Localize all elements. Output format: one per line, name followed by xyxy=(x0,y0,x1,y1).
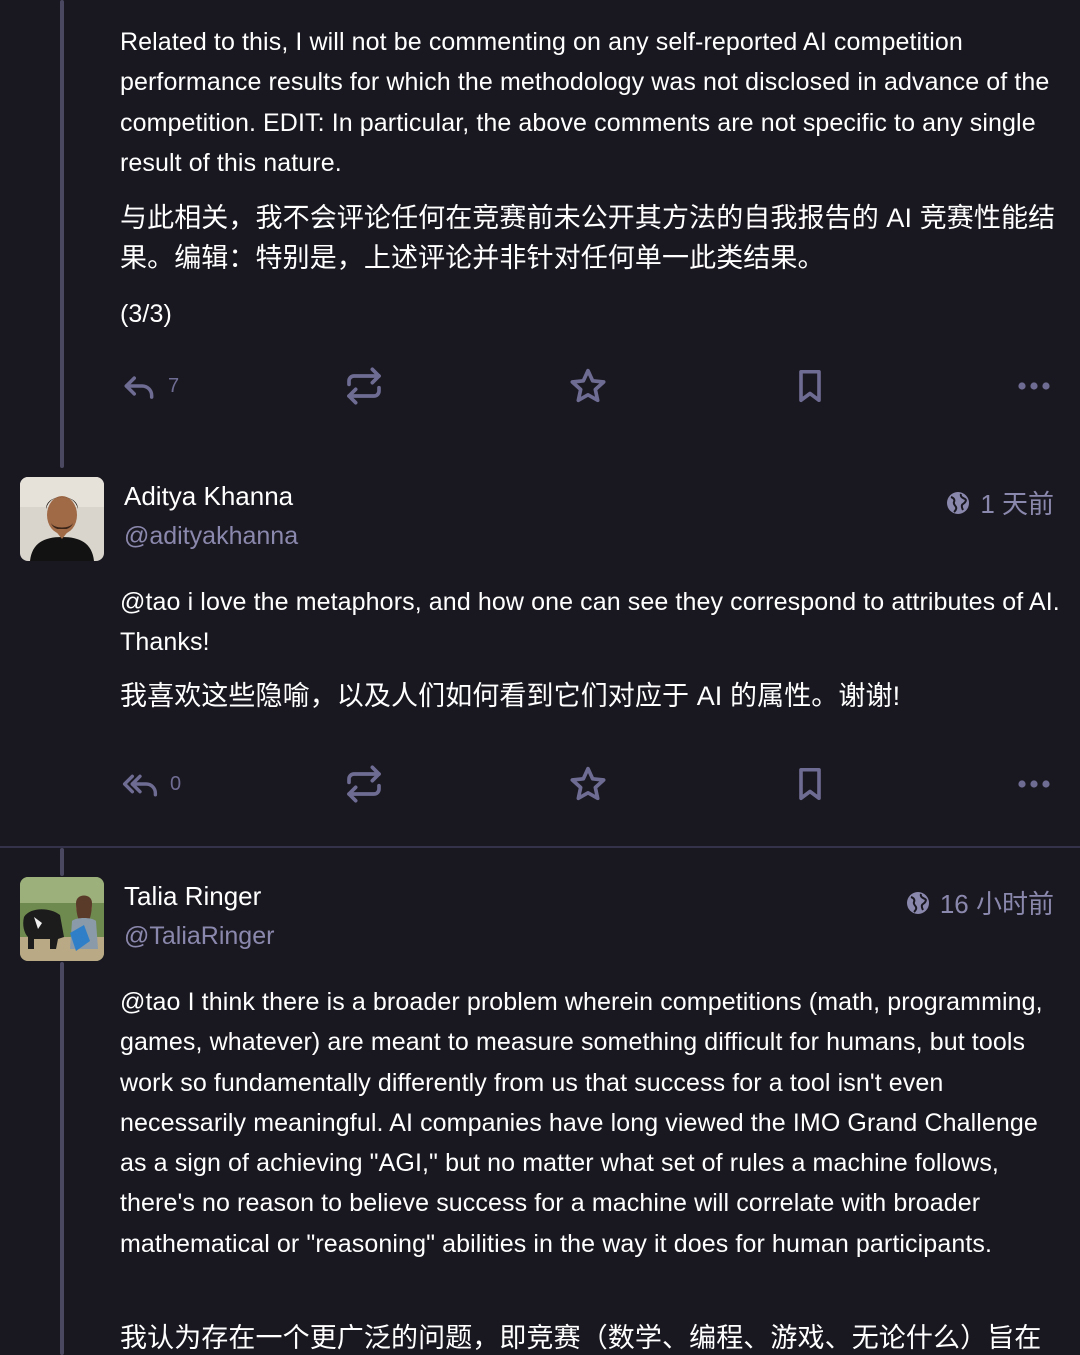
status-paragraph: 我喜欢这些隐喻，以及人们如何看到它们对应于 AI 的属性。谢谢! xyxy=(120,681,901,711)
status-thread-index: (3/3) xyxy=(120,294,1060,334)
bookmark-icon xyxy=(799,767,821,801)
mention-link[interactable]: @tao xyxy=(120,988,181,1016)
bookmark-icon xyxy=(799,369,821,403)
boost-button[interactable] xyxy=(344,364,384,408)
action-bar: 7 xyxy=(120,364,1060,408)
more-button[interactable] xyxy=(1016,762,1052,806)
status-paragraph: @tao i love the metaphors, and how one c… xyxy=(120,582,1060,663)
reply-icon xyxy=(124,376,154,399)
globe-icon xyxy=(906,891,929,914)
status-content: @tao i love the metaphors, and how one c… xyxy=(120,582,1060,663)
favourite-button[interactable] xyxy=(568,364,608,408)
globe-icon xyxy=(947,491,970,514)
favourite-button[interactable] xyxy=(568,762,608,806)
boost-icon xyxy=(347,765,381,803)
reply-count: 7 xyxy=(168,374,180,397)
account-handle[interactable]: @adityakhanna xyxy=(124,522,298,551)
time-label: 16 小时前 xyxy=(939,889,1054,919)
avatar[interactable] xyxy=(20,877,104,961)
time-label: 1 天前 xyxy=(980,489,1054,519)
status-translation: 我喜欢这些隐喻，以及人们如何看到它们对应于 AI 的属性。谢谢! xyxy=(120,676,1060,716)
reply-all-button[interactable]: 0 xyxy=(120,762,181,806)
star-icon xyxy=(570,368,606,403)
more-button[interactable] xyxy=(1016,364,1052,408)
boost-icon xyxy=(347,367,381,405)
status-paragraph: 与此相关，我不会评论任何在竞赛前未公开其方法的自我报告的 AI 竞赛性能结果。编… xyxy=(120,203,1056,273)
star-icon xyxy=(570,766,606,801)
avatar-image xyxy=(20,877,104,961)
status-post: Aditya Khanna @adityakhanna 1 天前 @tao i … xyxy=(0,462,1080,846)
status-paragraph: Related to this, I will not be commentin… xyxy=(120,28,1050,177)
avatar-image xyxy=(20,477,104,561)
reply-all-icon xyxy=(122,774,158,797)
divider xyxy=(0,846,1080,848)
bookmark-button[interactable] xyxy=(792,364,828,408)
avatar[interactable] xyxy=(20,477,104,561)
display-name[interactable]: Aditya Khanna xyxy=(124,481,293,512)
action-bar: 0 xyxy=(120,762,1060,806)
mention-link[interactable]: @tao xyxy=(120,588,181,616)
status-translation: 我认为存在一个更广泛的问题，即竞赛（数学、编程、游戏、无论什么）旨在 xyxy=(120,1318,1060,1355)
more-icon xyxy=(1018,780,1050,788)
status-paragraph: (3/3) xyxy=(120,300,172,328)
status-content: Related to this, I will not be commentin… xyxy=(120,22,1060,183)
bookmark-button[interactable] xyxy=(792,762,828,806)
reply-button[interactable]: 7 xyxy=(120,364,179,408)
status-paragraph: 我认为存在一个更广泛的问题，即竞赛（数学、编程、游戏、无论什么）旨在 xyxy=(120,1323,1042,1353)
more-icon xyxy=(1018,382,1050,390)
status-timestamp[interactable]: 1 天前 xyxy=(946,484,1054,521)
status-text: i love the metaphors, and how one can se… xyxy=(120,588,1060,657)
boost-button[interactable] xyxy=(344,762,384,806)
status-post: Related to this, I will not be commentin… xyxy=(0,0,1080,440)
account-handle[interactable]: @TaliaRinger xyxy=(124,922,274,951)
status-content: @tao I think there is a broader problem … xyxy=(120,982,1060,1264)
display-name[interactable]: Talia Ringer xyxy=(124,881,261,912)
status-text: I think there is a broader problem where… xyxy=(120,988,1043,1258)
reply-count: 0 xyxy=(170,772,182,795)
status-post: Talia Ringer @TaliaRinger 16 小时前 @tao I … xyxy=(0,862,1080,1355)
status-paragraph: @tao I think there is a broader problem … xyxy=(120,982,1060,1264)
status-timestamp[interactable]: 16 小时前 xyxy=(906,884,1054,921)
status-translation: 与此相关，我不会评论任何在竞赛前未公开其方法的自我报告的 AI 竞赛性能结果。编… xyxy=(120,198,1060,278)
